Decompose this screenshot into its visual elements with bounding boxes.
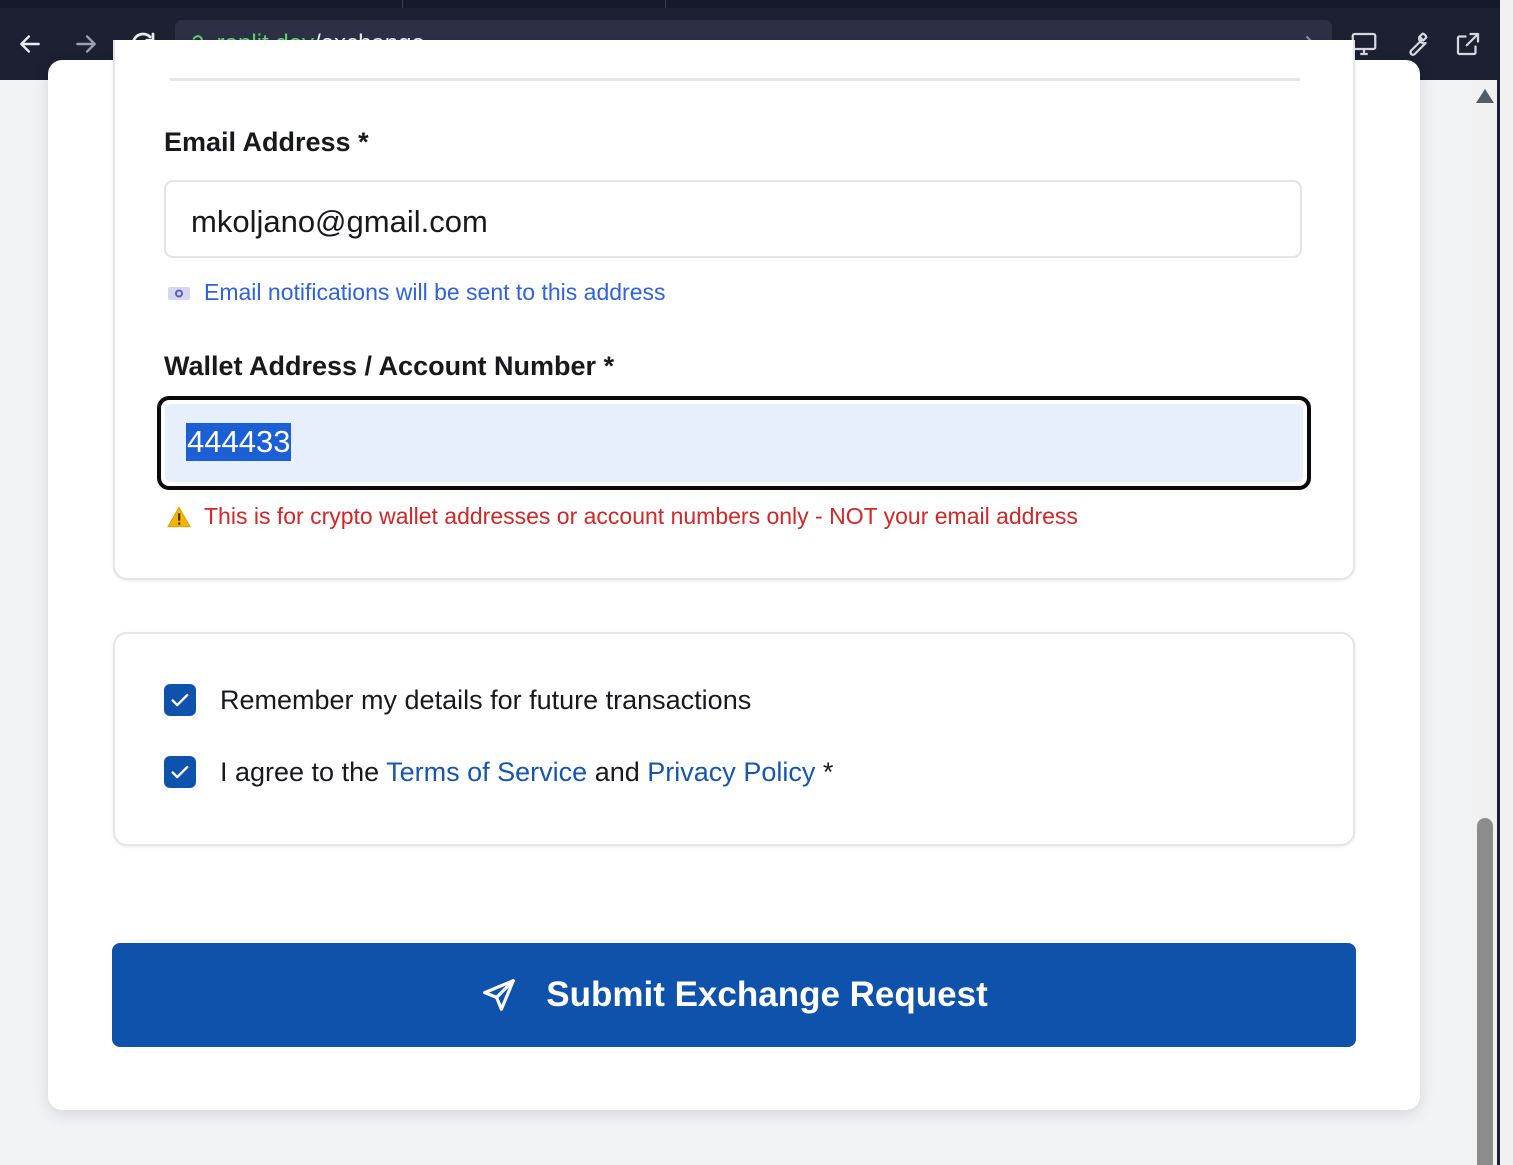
agree-prefix: I agree to the [220,756,380,787]
required-marker: * [822,756,834,787]
terms-of-service-link[interactable]: Terms of Service [386,757,587,787]
scroll-up-arrow-icon[interactable] [1476,89,1494,103]
wrench-icon [1409,32,1428,56]
back-button[interactable] [12,26,48,62]
submit-exchange-button[interactable]: Submit Exchange Request [112,943,1356,1047]
checkmark-icon [171,693,189,707]
previous-field-edge [170,78,1300,81]
email-field[interactable]: mkoljano@gmail.com [164,180,1302,258]
agree-terms-checkbox[interactable] [164,756,196,788]
warning-icon [167,505,191,529]
external-link-icon [1456,32,1480,56]
agree-terms-row[interactable]: I agree to the Terms of Service and Priv… [164,756,833,788]
tab-divider [665,0,666,8]
wallet-warning-text: This is for crypto wallet addresses or a… [204,503,1078,529]
arrow-left-icon [20,35,40,53]
email-value: mkoljano@gmail.com [191,204,488,239]
devtools-button[interactable] [1400,28,1432,60]
remember-details-row[interactable]: Remember my details for future transacti… [164,684,751,716]
wallet-label: Wallet Address / Account Number * [164,351,615,381]
open-external-button[interactable] [1452,28,1484,60]
privacy-policy-link[interactable]: Privacy Policy [647,757,815,787]
forward-button[interactable] [68,26,104,62]
email-hint-text: Email notifications will be sent to this… [204,279,666,305]
tab-strip [0,0,1500,8]
send-icon [480,976,518,1014]
wallet-warning: This is for crypto wallet addresses or a… [167,503,1078,530]
agree-and: and [594,756,640,787]
email-icon [167,281,191,305]
window-border [1500,0,1513,1165]
remember-details-checkbox[interactable] [164,684,196,716]
checkmark-icon [171,765,189,779]
wallet-field-background [165,404,1303,482]
arrow-right-icon [76,35,96,53]
options-panel [113,632,1355,846]
submit-label: Submit Exchange Request [546,975,988,1014]
contact-details-panel [113,40,1355,580]
wallet-value-selected: 444433 [186,423,292,461]
email-label: Email Address * [164,127,369,157]
scrollbar-thumb[interactable] [1477,818,1493,1165]
remember-details-label: Remember my details for future transacti… [220,684,752,715]
agree-terms-label: I agree to the Terms of Service and Priv… [220,757,833,788]
email-hint: Email notifications will be sent to this… [167,279,666,306]
tab-divider [402,0,403,8]
wallet-address-field[interactable]: 444433 [157,396,1311,490]
